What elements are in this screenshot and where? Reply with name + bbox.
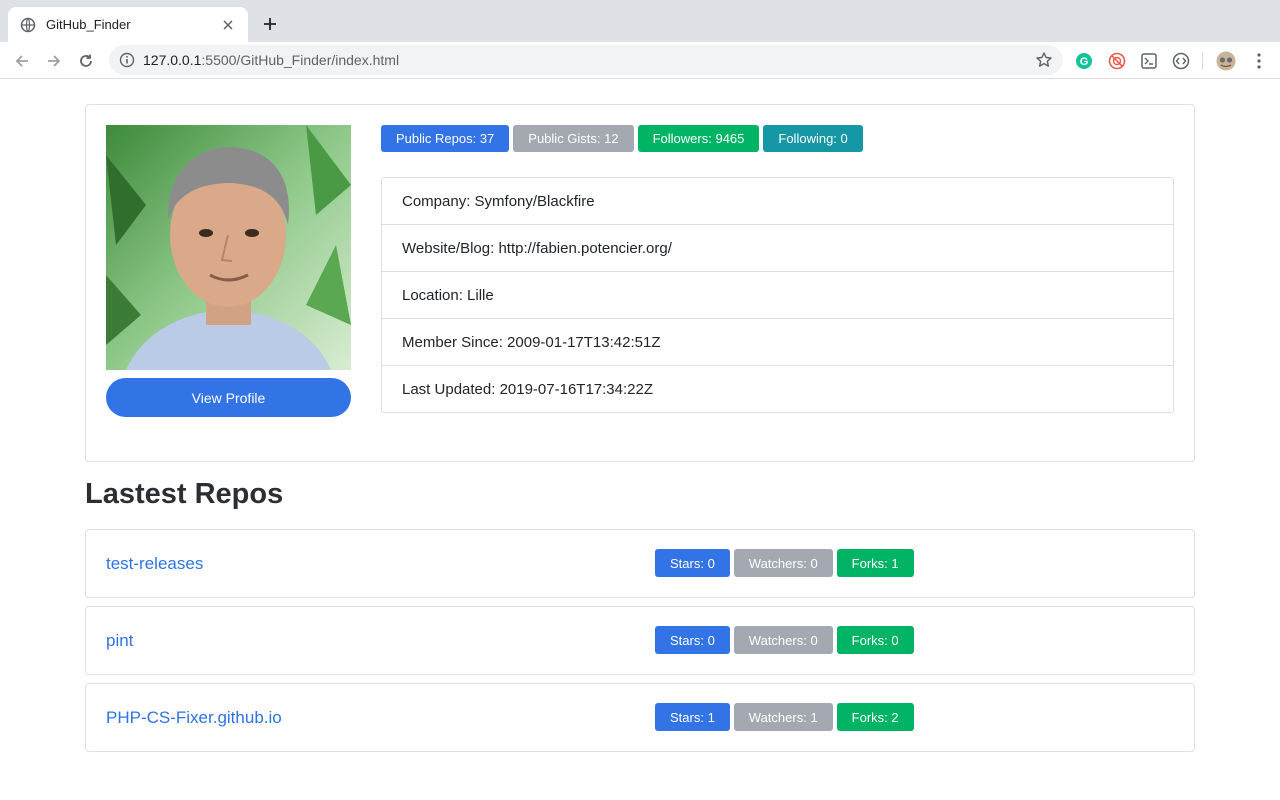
browser-tab[interactable]: GitHub_Finder: [8, 7, 248, 42]
bookmark-star-icon[interactable]: [1035, 51, 1053, 69]
forks-badge: Forks: 1: [836, 549, 914, 577]
profile-card: View Profile Public Repos: 37 Public Gis…: [85, 104, 1195, 462]
tab-title: GitHub_Finder: [46, 17, 131, 32]
forks-badge: Forks: 0: [836, 626, 914, 654]
repo-link[interactable]: PHP-CS-Fixer.github.io: [106, 684, 282, 751]
repo-card: PHP-CS-Fixer.github.io Stars: 1 Watchers…: [85, 683, 1195, 752]
page-content: View Profile Public Repos: 37 Public Gis…: [0, 80, 1280, 800]
public-repos-badge: Public Repos: 37: [381, 125, 510, 152]
repo-card: pint Stars: 0 Watchers: 0 Forks: 0: [85, 606, 1195, 675]
url-host: 127.0.0.1: [143, 52, 202, 68]
toolbar-divider: [1202, 52, 1203, 70]
menu-kebab-icon[interactable]: [1249, 51, 1269, 71]
repo-link[interactable]: pint: [106, 607, 133, 674]
close-icon[interactable]: [220, 17, 236, 33]
code-extension-icon[interactable]: [1171, 51, 1191, 71]
stars-badge: Stars: 1: [655, 703, 730, 731]
profile-info-list: Company: Symfony/Blackfire Website/Blog:…: [381, 177, 1174, 413]
company-item: Company: Symfony/Blackfire: [402, 192, 595, 210]
address-bar[interactable]: 127.0.0.1:5500/GitHub_Finder/index.html: [109, 45, 1063, 75]
repo-link[interactable]: test-releases: [106, 530, 203, 597]
repos-heading: Lastest Repos: [85, 478, 284, 510]
profile-avatar-icon[interactable]: [1216, 51, 1236, 71]
member-since-item: Member Since: 2009-01-17T13:42:51Z: [382, 318, 1173, 365]
repo-card: test-releases Stars: 0 Watchers: 0 Forks…: [85, 529, 1195, 598]
followers-badge: Followers: 9465: [637, 125, 760, 152]
public-gists-badge: Public Gists: 12: [513, 125, 634, 152]
svg-text:G: G: [1080, 56, 1089, 68]
url-text: 127.0.0.1:5500/GitHub_Finder/index.html: [143, 52, 1035, 68]
user-avatar-image: [106, 125, 351, 370]
grammarly-extension-icon[interactable]: G: [1074, 51, 1094, 71]
reload-icon[interactable]: [75, 50, 97, 72]
location-item: Location: Lille: [382, 271, 1173, 318]
stars-badge: Stars: 0: [655, 549, 730, 577]
terminal-extension-icon[interactable]: [1139, 51, 1159, 71]
website-item: Website/Blog: http://fabien.potencier.or…: [382, 224, 1173, 271]
back-icon[interactable]: [11, 50, 33, 72]
repo-badges: Stars: 0 Watchers: 0 Forks: 0: [655, 626, 914, 654]
forward-icon[interactable]: [43, 50, 65, 72]
profile-badges: Public Repos: 37 Public Gists: 12 Follow…: [381, 125, 863, 152]
view-profile-button[interactable]: View Profile: [106, 378, 351, 417]
browser-tab-strip: GitHub_Finder: [0, 0, 1280, 42]
blocker-extension-icon[interactable]: [1107, 51, 1127, 71]
repo-badges: Stars: 0 Watchers: 0 Forks: 1: [655, 549, 914, 577]
stars-badge: Stars: 0: [655, 626, 730, 654]
new-tab-icon[interactable]: [260, 14, 280, 34]
url-path: :5500/GitHub_Finder/index.html: [201, 52, 400, 68]
watchers-badge: Watchers: 1: [733, 703, 833, 731]
watchers-badge: Watchers: 0: [733, 626, 833, 654]
globe-icon: [20, 17, 36, 33]
forks-badge: Forks: 2: [836, 703, 914, 731]
repo-badges: Stars: 1 Watchers: 1 Forks: 2: [655, 703, 914, 731]
last-updated-item: Last Updated: 2019-07-16T17:34:22Z: [382, 365, 1173, 412]
browser-toolbar: 127.0.0.1:5500/GitHub_Finder/index.html …: [0, 42, 1280, 79]
site-info-icon[interactable]: [119, 52, 135, 68]
following-badge: Following: 0: [763, 125, 863, 152]
watchers-badge: Watchers: 0: [733, 549, 833, 577]
